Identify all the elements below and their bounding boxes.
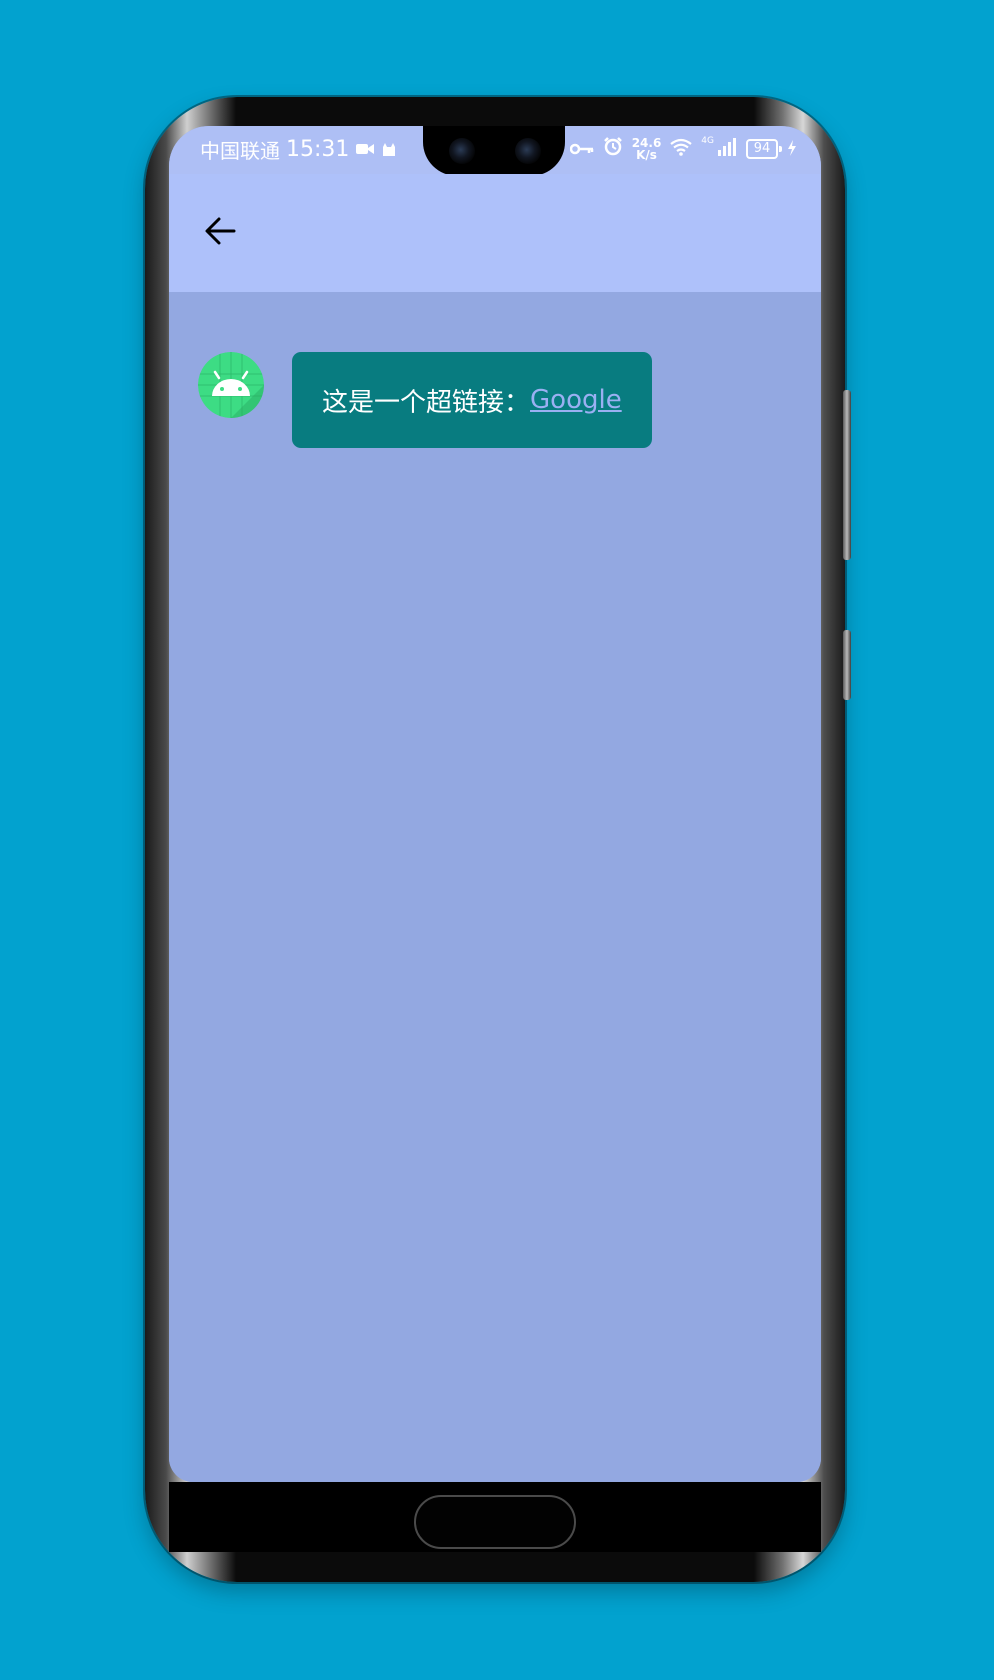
message-text: 这是一个超链接： (322, 387, 531, 418)
status-right: 24.6 K/s 4G 94 (569, 135, 797, 161)
home-button[interactable] (414, 1495, 576, 1549)
status-bar: 中国联通 15:31 24.6 K/s 4G 94 (169, 126, 821, 176)
alarm-icon (603, 136, 623, 161)
charging-bolt-icon (787, 137, 797, 161)
avatar (198, 352, 264, 418)
network-speed: 24.6 K/s (632, 137, 662, 161)
front-camera-icon (449, 138, 475, 164)
video-record-icon (355, 138, 375, 162)
power-button (843, 630, 851, 700)
signal-icon (717, 137, 737, 161)
network-type: 4G (701, 135, 714, 146)
volume-button (843, 390, 851, 560)
arrow-left-icon (204, 216, 236, 250)
status-left: 中国联通 15:31 (200, 135, 397, 164)
network-speed-unit: K/s (636, 147, 657, 162)
back-button[interactable] (195, 208, 245, 258)
wifi-icon (670, 137, 692, 161)
carrier-name: 中国联通 (200, 139, 280, 163)
android-robot-icon (198, 352, 264, 418)
google-link[interactable]: Google (530, 385, 622, 415)
app-bar (169, 174, 821, 292)
phone-screen: 中国联通 15:31 24.6 K/s 4G 94 这是一个超链接： Googl… (169, 126, 821, 1482)
camera-notch (423, 126, 565, 176)
front-camera-icon (515, 138, 541, 164)
message-bubble: 这是一个超链接： Google (292, 352, 652, 448)
cat-icon (381, 138, 397, 162)
battery-indicator: 94 (746, 138, 782, 159)
vpn-key-icon (569, 137, 594, 161)
chat-content: 这是一个超链接： Google (169, 292, 821, 1482)
network-speed-value: 24.6 (631, 135, 662, 150)
status-time: 15:31 (286, 137, 350, 162)
